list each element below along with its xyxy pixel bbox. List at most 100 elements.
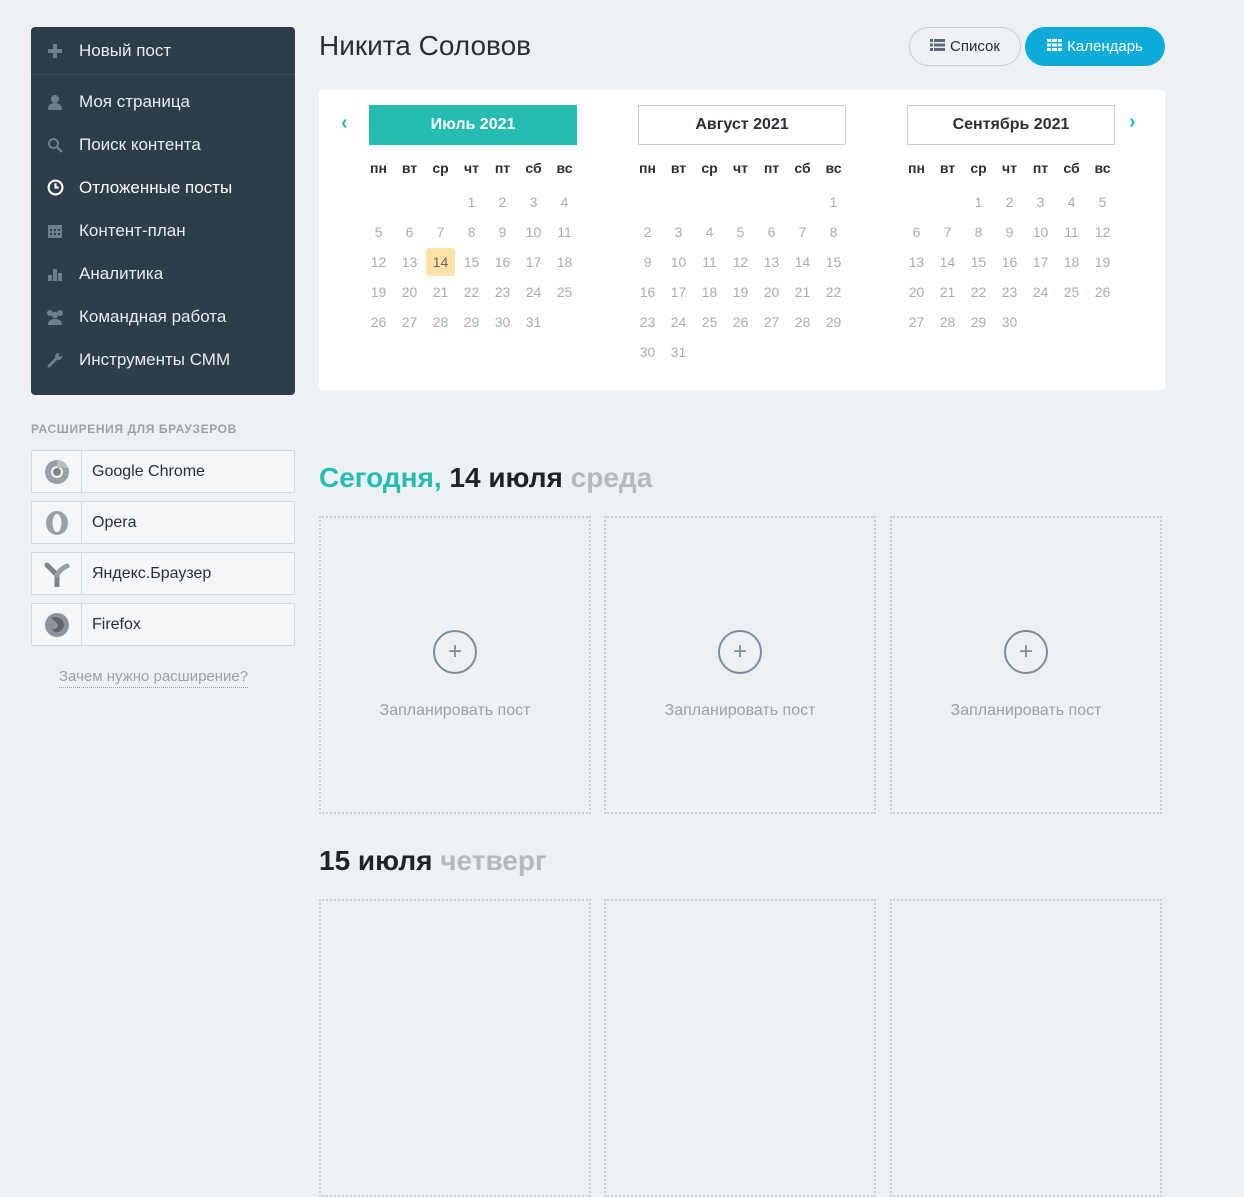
calendar-day[interactable]: 22 [819,278,848,306]
calendar-day[interactable]: 6 [902,218,931,246]
calendar-view-button[interactable]: Календарь [1025,27,1165,66]
calendar-day[interactable]: 27 [395,308,424,336]
calendar-day[interactable]: 29 [457,308,486,336]
calendar-day[interactable]: 9 [633,248,662,276]
sidebar-item-teamwork[interactable]: Командная работа [31,295,295,338]
calendar-day[interactable]: 20 [902,278,931,306]
calendar-day[interactable]: 10 [1026,218,1055,246]
calendar-day[interactable]: 8 [964,218,993,246]
calendar-day[interactable]: 2 [633,218,662,246]
calendar-day[interactable]: 11 [1057,218,1086,246]
calendar-day[interactable]: 13 [757,248,786,276]
month-header[interactable]: Август 2021 [638,105,846,145]
calendar-day[interactable]: 27 [757,308,786,336]
calendar-day[interactable]: 15 [457,248,486,276]
calendar-day[interactable]: 21 [788,278,817,306]
calendar-day[interactable]: 16 [995,248,1024,276]
calendar-day[interactable]: 21 [426,278,455,306]
calendar-day[interactable]: 25 [695,308,724,336]
calendar-day[interactable]: 2 [995,188,1024,216]
extension-firefox[interactable]: Firefox [31,603,295,646]
calendar-day[interactable]: 17 [519,248,548,276]
schedule-post-slot[interactable]: + Запланировать пост [890,516,1162,814]
calendar-day[interactable]: 7 [788,218,817,246]
calendar-day[interactable]: 5 [364,218,393,246]
sidebar-item-search-content[interactable]: Поиск контента [31,123,295,166]
extension-yandex[interactable]: Яндекс.Браузер [31,552,295,595]
calendar-day[interactable]: 14 [788,248,817,276]
calendar-day[interactable]: 12 [726,248,755,276]
calendar-day[interactable]: 25 [1057,278,1086,306]
why-extension-link[interactable]: Зачем нужно расширение? [59,667,249,688]
calendar-day[interactable]: 22 [457,278,486,306]
calendar-day[interactable]: 6 [395,218,424,246]
calendar-day[interactable]: 18 [695,278,724,306]
next-month-arrow-icon[interactable]: › [1129,111,1136,134]
calendar-day[interactable]: 20 [395,278,424,306]
schedule-post-slot[interactable]: + Запланировать пост [604,516,876,814]
calendar-day[interactable]: 20 [757,278,786,306]
month-header[interactable]: Июль 2021 [369,105,577,145]
calendar-day[interactable]: 18 [1057,248,1086,276]
calendar-day[interactable]: 26 [1088,278,1117,306]
calendar-day[interactable]: 19 [364,278,393,306]
calendar-day[interactable]: 16 [488,248,517,276]
calendar-day[interactable]: 8 [819,218,848,246]
calendar-day[interactable]: 15 [964,248,993,276]
calendar-day[interactable]: 5 [726,218,755,246]
sidebar-item-new-post[interactable]: Новый пост [31,27,295,75]
calendar-day[interactable]: 30 [633,338,662,366]
calendar-day[interactable]: 28 [426,308,455,336]
calendar-day[interactable]: 10 [519,218,548,246]
calendar-day[interactable]: 12 [364,248,393,276]
calendar-day[interactable]: 21 [933,278,962,306]
calendar-day[interactable]: 1 [457,188,486,216]
extension-opera[interactable]: Opera [31,501,295,544]
calendar-day[interactable]: 11 [695,248,724,276]
sidebar-item-my-page[interactable]: Моя страница [31,80,295,123]
calendar-day[interactable]: 14 [933,248,962,276]
calendar-day[interactable]: 16 [633,278,662,306]
calendar-day[interactable]: 15 [819,248,848,276]
calendar-day[interactable]: 6 [757,218,786,246]
sidebar-item-content-plan[interactable]: Контент-план [31,209,295,252]
calendar-day[interactable]: 8 [457,218,486,246]
calendar-day[interactable]: 1 [819,188,848,216]
schedule-post-slot[interactable] [604,899,876,1197]
calendar-day[interactable]: 3 [664,218,693,246]
calendar-day[interactable]: 9 [995,218,1024,246]
calendar-day[interactable]: 2 [488,188,517,216]
calendar-day[interactable]: 11 [550,218,579,246]
calendar-day[interactable]: 4 [550,188,579,216]
calendar-day[interactable]: 22 [964,278,993,306]
calendar-day[interactable]: 25 [550,278,579,306]
calendar-day[interactable]: 3 [1026,188,1055,216]
calendar-day[interactable]: 7 [426,218,455,246]
calendar-day[interactable]: 29 [819,308,848,336]
calendar-day[interactable]: 26 [364,308,393,336]
extension-chrome[interactable]: Google Chrome [31,450,295,493]
calendar-day[interactable]: 24 [664,308,693,336]
schedule-post-slot[interactable] [890,899,1162,1197]
calendar-day[interactable]: 7 [933,218,962,246]
calendar-day[interactable]: 31 [664,338,693,366]
calendar-day[interactable]: 28 [933,308,962,336]
calendar-day[interactable]: 13 [902,248,931,276]
month-header[interactable]: Сентябрь 2021 [907,105,1115,145]
schedule-post-slot[interactable]: + Запланировать пост [319,516,591,814]
sidebar-item-analytics[interactable]: Аналитика [31,252,295,295]
calendar-day[interactable]: 17 [664,278,693,306]
calendar-day[interactable]: 27 [902,308,931,336]
calendar-day[interactable]: 9 [488,218,517,246]
calendar-day[interactable]: 23 [633,308,662,336]
calendar-day[interactable]: 10 [664,248,693,276]
calendar-day[interactable]: 23 [995,278,1024,306]
calendar-day-today[interactable]: 14 [426,248,455,276]
calendar-day[interactable]: 4 [695,218,724,246]
calendar-day[interactable]: 12 [1088,218,1117,246]
calendar-day[interactable]: 19 [1088,248,1117,276]
calendar-day[interactable]: 28 [788,308,817,336]
calendar-day[interactable]: 18 [550,248,579,276]
calendar-day[interactable]: 5 [1088,188,1117,216]
calendar-day[interactable]: 3 [519,188,548,216]
